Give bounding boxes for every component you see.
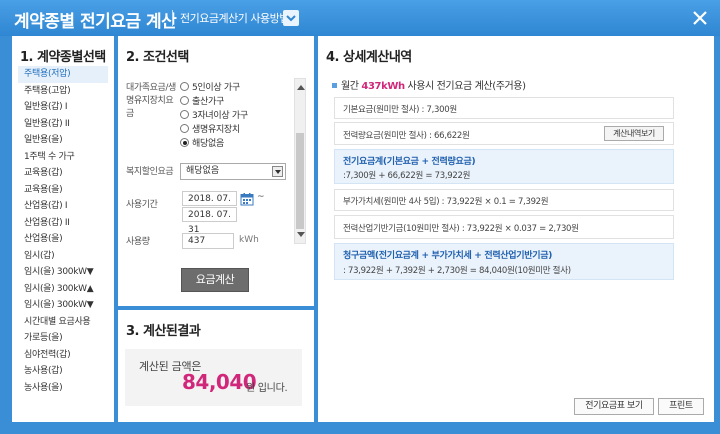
chevron-down-icon[interactable]: [283, 10, 299, 26]
option-none[interactable]: 해당없음: [180, 138, 224, 151]
window-title: 계약종별 전기요금 계산: [14, 12, 177, 32]
vat-text: 부가가치세(원미만 4사 5입) : 73,922원 × 0.1 = 7,392…: [343, 197, 549, 207]
detail-heading: 4. 상세계산내역: [326, 50, 412, 65]
contract-item[interactable]: 일반용(을): [18, 132, 108, 149]
contract-item[interactable]: 임시(갑): [18, 248, 108, 265]
radio-button[interactable]: [180, 96, 189, 105]
contract-type-list: 주택용(저압) 주택용(고압) 일반용(갑) I 일반용(갑) II 일반용(을…: [18, 66, 108, 396]
scroll-down-icon[interactable]: [297, 232, 305, 237]
radio-button[interactable]: [180, 124, 189, 133]
option-label: 해당없음: [192, 139, 224, 149]
result-heading: 3. 계산된결과: [126, 324, 201, 339]
period-separator: ~: [257, 192, 265, 202]
contract-item[interactable]: 일반용(갑) I: [18, 99, 108, 116]
rate-table-button[interactable]: 전기요금표 보기: [574, 398, 654, 415]
contract-item[interactable]: 임시(을) 300kW▲: [18, 281, 108, 298]
subtotal-title: 전기요금계(기본요금 + 전력량요금): [343, 157, 476, 167]
option-label: 출산가구: [192, 97, 224, 107]
options-scrollbar[interactable]: [294, 78, 306, 244]
welfare-select[interactable]: 해당없음: [180, 163, 286, 180]
contract-item[interactable]: 산업용(갑) I: [18, 198, 108, 215]
title-bar: 계약종별 전기요금 계산 전기요금계산기 사용방법: [0, 0, 720, 36]
subtotal-calc: :7,300원 + 66,622원 = 73,922원: [343, 171, 471, 181]
summary-kwh: 437kWh: [361, 81, 405, 92]
option-life-support[interactable]: 생명유지장치: [180, 124, 240, 137]
option-label: 5인이상 가구: [192, 83, 240, 93]
title-divider: [172, 10, 173, 26]
scroll-thumb[interactable]: [296, 133, 304, 229]
summary-line: 월간 437kWh 사용시 전기요금 계산(주거용): [332, 77, 526, 92]
radio-button-selected[interactable]: [180, 138, 189, 147]
guide-link[interactable]: 전기요금계산기 사용방법: [180, 10, 289, 26]
option-three-children[interactable]: 3자녀이상 가구: [180, 110, 248, 123]
condition-heading: 2. 조건선택: [126, 50, 189, 65]
total-title: 청구금액(전기요금계 + 부가가치세 + 전력산업기반기금): [343, 251, 553, 261]
contract-item[interactable]: 임시(을) 300kW▼: [18, 297, 108, 314]
bullet-icon: [332, 83, 337, 88]
contract-item[interactable]: 산업용(갑) II: [18, 215, 108, 232]
base-fee-text: 기본요금(원미만 절사) : 7,300원: [343, 105, 457, 115]
close-icon[interactable]: [690, 8, 710, 28]
period-end-field[interactable]: 2018. 07. 31: [182, 207, 237, 235]
contract-item[interactable]: 산업용(을): [18, 231, 108, 248]
period-label: 사용기간: [126, 200, 158, 210]
result-suffix: 원 입니다.: [246, 383, 288, 394]
fund-row: 전력산업기반기금(10원미만 절사) : 73,922원 × 0.037 = 2…: [334, 215, 674, 239]
contract-item[interactable]: 교육용(갑): [18, 165, 108, 182]
summary-suffix: 사용시 전기요금 계산(주거용): [407, 81, 526, 92]
total-calc: : 73,922원 + 7,392원 + 2,730원 = 84,040원(10…: [343, 266, 571, 276]
contract-item[interactable]: 농사용(을): [18, 380, 108, 397]
contract-type-panel: 1. 계약종별선택 주택용(저압) 주택용(고압) 일반용(갑) I 일반용(갑…: [12, 36, 114, 422]
usage-unit: kWh: [239, 235, 259, 245]
option-birth-household[interactable]: 출산가구: [180, 96, 224, 109]
total-row: 청구금액(전기요금계 + 부가가치세 + 전력산업기반기금) : 73,922원…: [334, 243, 674, 280]
contract-item[interactable]: 임시(을) 300kW▼: [18, 264, 108, 281]
welfare-label: 복지할인요금: [126, 167, 174, 177]
contract-item[interactable]: 1주택 수 가구: [18, 149, 108, 166]
subtotal-row: 전기요금계(기본요금 + 전력량요금) :7,300원 + 66,622원 = …: [334, 149, 674, 184]
fund-text: 전력산업기반기금(10원미만 절사) : 73,922원 × 0.037 = 2…: [343, 224, 579, 234]
view-calc-detail-button[interactable]: 계산내역보기: [604, 126, 664, 141]
energy-fee-text: 전력량요금(원미만 절사) : 66,622원: [343, 131, 470, 141]
contract-item[interactable]: 교육용(을): [18, 182, 108, 199]
calculate-button[interactable]: 요금계산: [181, 268, 249, 292]
option-label: 3자녀이상 가구: [192, 111, 248, 121]
contract-item[interactable]: 심야전력(갑): [18, 347, 108, 364]
contract-item[interactable]: 시간대별 요금사용: [18, 314, 108, 331]
calendar-icon[interactable]: [240, 191, 254, 206]
usage-label: 사용량: [126, 237, 150, 247]
vat-row: 부가가치세(원미만 4사 5입) : 73,922원 × 0.1 = 7,392…: [334, 189, 674, 211]
contract-item[interactable]: 주택용(저압): [18, 66, 108, 83]
contract-item[interactable]: 가로등(을): [18, 330, 108, 347]
usage-input[interactable]: 437: [182, 233, 234, 249]
contract-item[interactable]: 농사용(갑): [18, 363, 108, 380]
radio-button[interactable]: [180, 110, 189, 119]
radio-button[interactable]: [180, 82, 189, 91]
welfare-select-value: 해당없음: [186, 166, 220, 176]
option-label: 생명유지장치: [192, 125, 240, 135]
option-large-family[interactable]: 5인이상 가구: [180, 82, 240, 95]
result-box: 계산된 금액은 84,040 원 입니다.: [125, 349, 302, 406]
scroll-up-icon[interactable]: [297, 85, 305, 90]
contract-item[interactable]: 주택용(고압): [18, 83, 108, 100]
discount-label: 대가족요금/생명유지장치요금: [126, 83, 176, 119]
period-start-field[interactable]: 2018. 07. 01: [182, 191, 237, 219]
base-fee-row: 기본요금(원미만 절사) : 7,300원: [334, 97, 674, 119]
summary-prefix: 월간: [341, 81, 359, 92]
chevron-down-icon[interactable]: [272, 166, 283, 177]
print-button[interactable]: 프린트: [658, 398, 704, 415]
contract-item[interactable]: 일반용(갑) II: [18, 116, 108, 133]
contract-type-heading: 1. 계약종별선택: [20, 50, 106, 65]
